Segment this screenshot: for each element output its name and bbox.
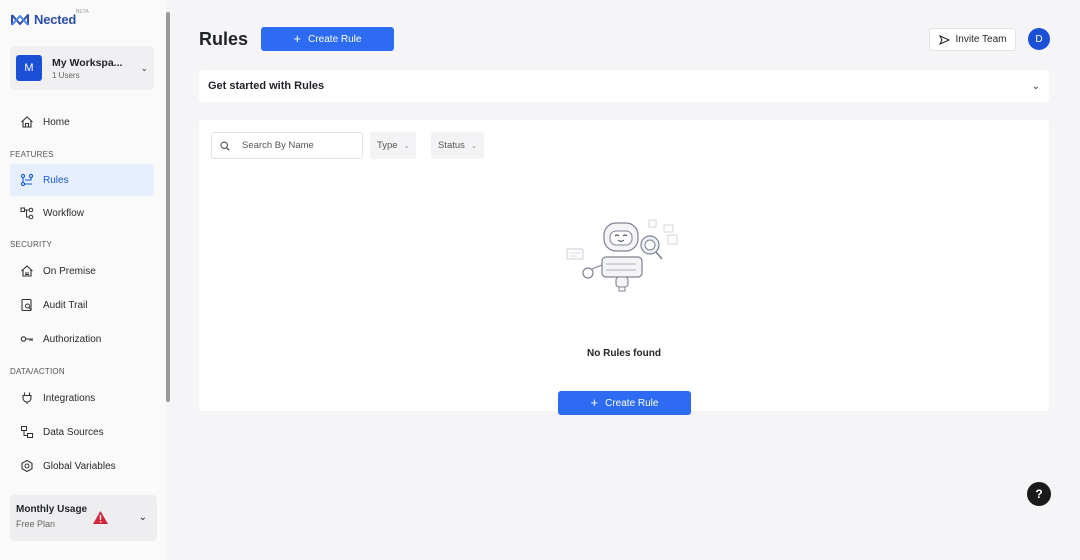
sidebar-item-on-premise[interactable]: On Premise (10, 255, 154, 287)
workflow-icon (19, 205, 35, 221)
workspace-name: My Workspa... (52, 56, 123, 69)
sidebar-item-label: On Premise (43, 265, 96, 277)
brand-name: Nected (34, 12, 77, 27)
section-security: SECURITY (10, 240, 53, 249)
chevron-down-icon: ⌄ (138, 512, 147, 523)
usage-plan: Free Plan (16, 519, 56, 529)
sidebar-item-integrations[interactable]: Integrations (10, 382, 154, 414)
sidebar-item-home[interactable]: Home (10, 106, 154, 138)
sidebar-item-label: Home (43, 116, 70, 128)
sidebar-item-audit-trail[interactable]: Audit Trail (10, 289, 154, 321)
sidebar-item-authorization[interactable]: Authorization (10, 323, 154, 355)
empty-state-create-rule-button[interactable]: + Create Rule (558, 391, 691, 415)
empty-state-create-label: Create Rule (605, 397, 659, 409)
data-sources-icon (19, 424, 35, 440)
robot-illustration (566, 219, 678, 292)
sidebar-item-label: Audit Trail (43, 299, 88, 311)
type-filter-dropdown[interactable]: Type ⌄ (370, 132, 417, 159)
chevron-down-icon: ⌄ (470, 142, 477, 150)
section-features: FEATURES (10, 150, 54, 159)
sidebar-item-label: Global Variables (43, 460, 116, 472)
search-field[interactable] (211, 132, 363, 159)
warning-icon (93, 511, 108, 524)
on-premise-icon (19, 263, 35, 279)
sidebar: Nected BETA M My Workspa... 1 Users ⌄ Ho… (0, 0, 166, 560)
empty-state-message: No Rules found (587, 348, 661, 359)
sidebar-item-label: Authorization (43, 333, 102, 345)
brand-tag: BETA (76, 9, 89, 15)
rules-icon (19, 172, 35, 188)
sidebar-item-data-sources[interactable]: Data Sources (10, 416, 154, 448)
search-icon (220, 140, 230, 151)
home-icon (19, 114, 35, 130)
audit-trail-icon (19, 297, 35, 313)
status-filter-dropdown[interactable]: Status ⌄ (431, 132, 484, 159)
page-title: Rules (199, 29, 249, 49)
monthly-usage-card[interactable]: Monthly Usage Free Plan ⌄ (10, 495, 157, 541)
rules-list-card: Type ⌄ Status ⌄ No Rules found (199, 120, 1049, 411)
sidebar-item-rules[interactable]: Rules (10, 164, 154, 196)
brand-logo[interactable]: Nected BETA (10, 9, 89, 27)
usage-title: Monthly Usage (16, 504, 88, 515)
plug-icon (19, 390, 35, 406)
nected-logo-icon (11, 13, 29, 26)
workspace-avatar: M (16, 55, 42, 81)
workspace-switcher[interactable]: M My Workspa... 1 Users ⌄ (10, 46, 154, 90)
create-rule-button[interactable]: + Create Rule (261, 27, 394, 51)
chevron-down-icon: ⌄ (403, 142, 410, 150)
sidebar-item-label: Data Sources (43, 426, 104, 438)
plus-icon: + (293, 31, 302, 46)
chevron-down-icon: ⌄ (140, 62, 148, 73)
status-filter-label: Status (438, 140, 465, 151)
chevron-down-icon: ⌄ (1031, 80, 1040, 92)
send-icon (938, 34, 950, 45)
global-variables-icon (19, 458, 35, 474)
section-data-action: DATA/ACTION (10, 367, 65, 376)
sidebar-scrollbar[interactable] (166, 12, 170, 402)
create-rule-label: Create Rule (308, 33, 362, 45)
key-icon (19, 331, 35, 347)
sidebar-item-label: Workflow (43, 207, 84, 219)
user-avatar[interactable]: D (1028, 28, 1050, 50)
sidebar-item-label: Integrations (43, 392, 96, 404)
type-filter-label: Type (377, 140, 398, 151)
invite-team-button[interactable]: Invite Team (929, 28, 1016, 51)
plus-icon: + (590, 395, 599, 410)
sidebar-item-global-variables[interactable]: Global Variables (10, 450, 154, 482)
sidebar-item-workflow[interactable]: Workflow (10, 197, 154, 229)
search-input[interactable] (242, 140, 352, 151)
get-started-title: Get started with Rules (208, 80, 325, 92)
get-started-panel[interactable]: Get started with Rules ⌄ (199, 70, 1049, 102)
invite-team-label: Invite Team (955, 34, 1007, 45)
workspace-users: 1 Users (52, 70, 80, 80)
sidebar-item-label: Rules (43, 174, 69, 186)
help-button[interactable]: ? (1027, 482, 1051, 506)
